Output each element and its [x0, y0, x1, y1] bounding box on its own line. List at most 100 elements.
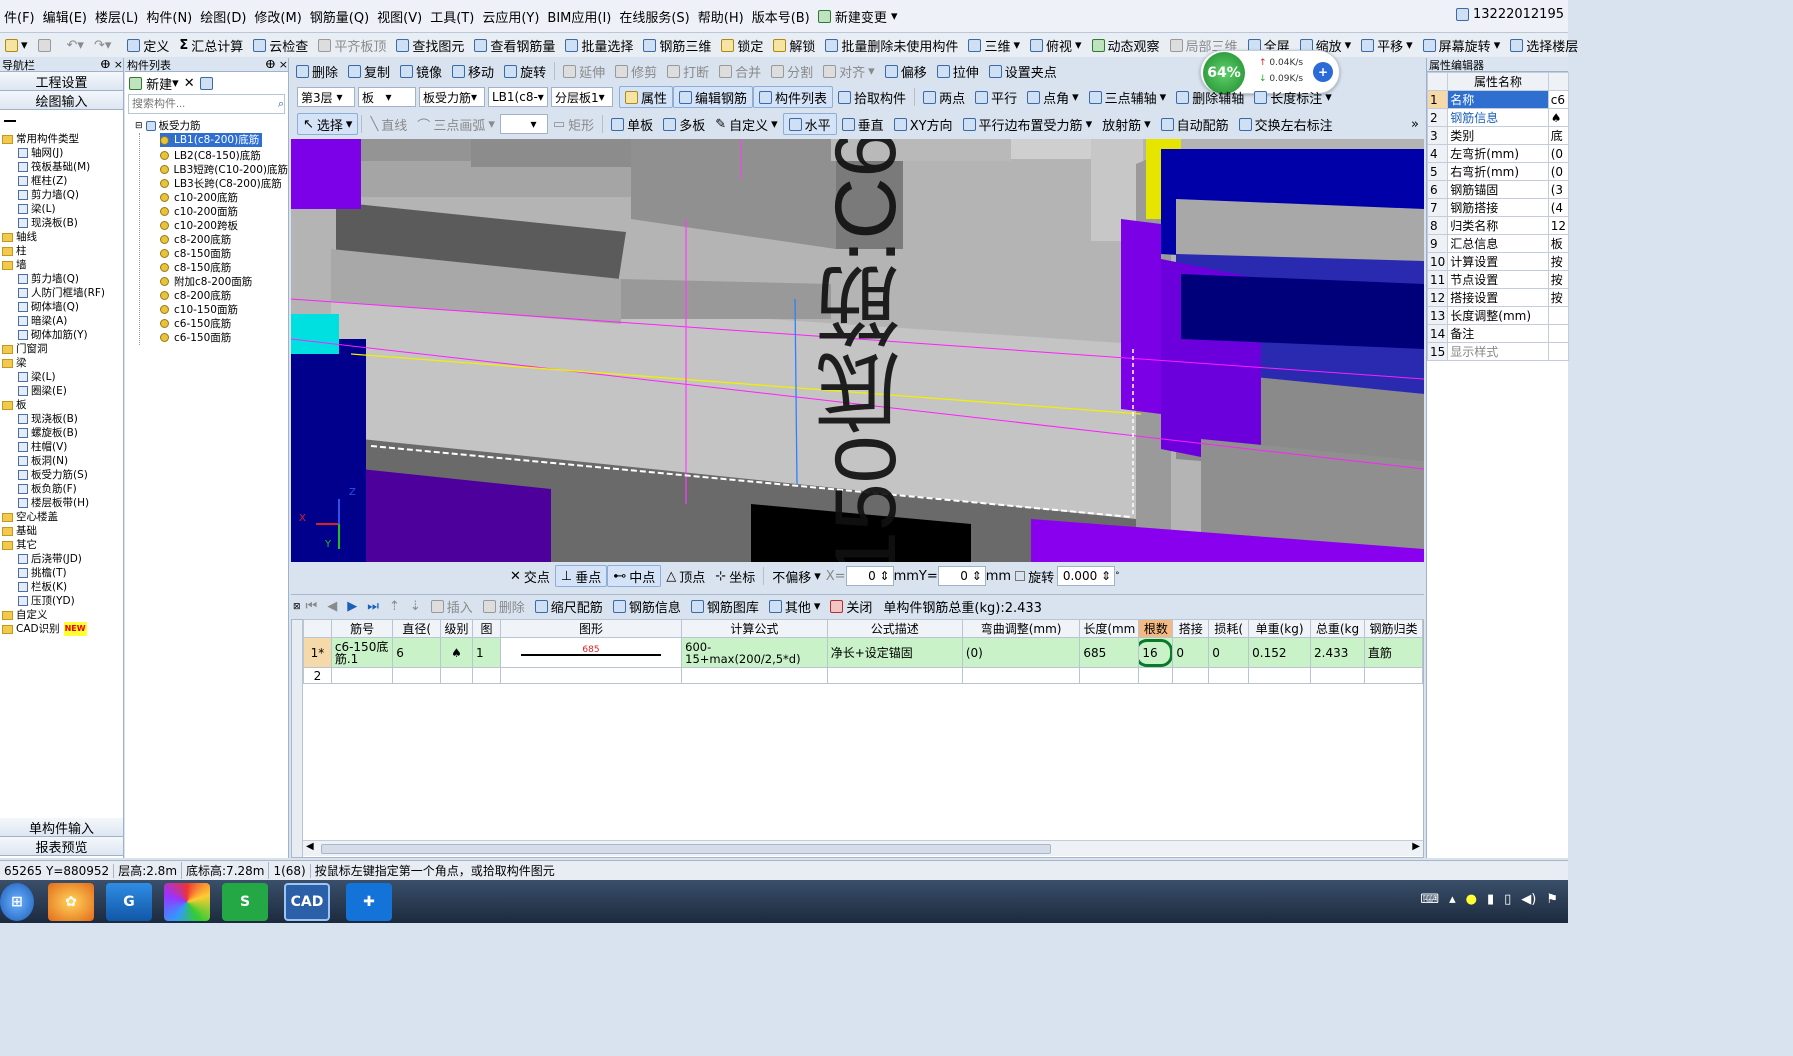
horizontal-button[interactable]: 水平 — [782, 113, 837, 135]
comp-list-button[interactable]: 构件列表 — [753, 86, 834, 108]
nav-item[interactable]: 现浇板(B) — [0, 216, 123, 230]
cell-lap[interactable]: 0 — [1172, 637, 1210, 668]
rotate-input[interactable]: 0.000 ⇕ — [1057, 566, 1116, 586]
del-aux-button[interactable]: 删除辅轴 — [1171, 86, 1249, 108]
cell-name[interactable]: c6-150底筋.1 — [330, 637, 394, 668]
nav-item[interactable]: 轴网(J) — [0, 146, 123, 160]
component-select[interactable]: LB1(c8- ▾ — [488, 87, 548, 107]
nav-folder[interactable]: 其它 — [0, 538, 123, 552]
nav-item[interactable]: 板负筋(F) — [0, 482, 123, 496]
col-header[interactable]: 总重(kg — [1310, 619, 1365, 638]
nav-item[interactable]: 螺旋板(B) — [0, 426, 123, 440]
property-value[interactable]: c6 — [1547, 90, 1570, 109]
nav-folder[interactable]: 墙 — [0, 258, 123, 272]
cell-formula[interactable] — [681, 667, 828, 684]
property-value[interactable] — [1547, 342, 1570, 361]
table-row[interactable]: 2 — [303, 667, 1424, 684]
floor-select[interactable]: 第3层 ▾ — [297, 87, 355, 107]
delete-button[interactable]: 删除 — [291, 60, 343, 82]
merge-button[interactable]: 合并 — [714, 60, 766, 82]
three-aux-button[interactable]: 三点辅轴 ▾ — [1084, 86, 1172, 108]
property-row[interactable]: 1 名称 c6 — [1426, 90, 1570, 109]
property-row[interactable]: 7 钢筋搭接 (4 — [1426, 198, 1570, 217]
pin-close-icon[interactable]: ⴲ × — [101, 58, 123, 71]
nav-folder[interactable]: 柱 — [0, 244, 123, 258]
menu-help[interactable]: 帮助(H) — [694, 7, 748, 26]
parallel-button[interactable]: 平行 — [970, 86, 1022, 108]
cell-desc[interactable] — [826, 667, 963, 684]
parallel-edge-button[interactable]: 平行边布置受力筋 ▾ — [958, 113, 1098, 135]
mirror-button[interactable]: 镜像 — [395, 60, 447, 82]
property-value[interactable]: ♠ — [1547, 108, 1570, 127]
move-down-icon[interactable]: ⇣ — [405, 596, 426, 618]
single-board-button[interactable]: 单板 — [606, 113, 658, 135]
two-points-button[interactable]: 两点 — [918, 86, 970, 108]
component-item[interactable]: c6-150面筋 — [160, 331, 288, 345]
rebar-lib-button[interactable]: 钢筋图库 — [686, 596, 764, 618]
cell-category[interactable] — [1363, 667, 1424, 684]
offset-mode-select[interactable]: 不偏移 ▾ — [767, 565, 826, 587]
screen-rotate-button[interactable]: 屏幕旋转 ▾ — [1418, 34, 1506, 56]
app-cad-icon[interactable]: CAD — [284, 883, 330, 921]
nav-item[interactable]: 压顶(YD) — [0, 594, 123, 608]
property-value[interactable]: (0 — [1547, 144, 1570, 163]
property-row[interactable]: 10 计算设置按 — [1426, 252, 1570, 271]
nav-item[interactable]: 梁(L) — [0, 202, 123, 216]
xy-button[interactable]: XY方向 — [889, 113, 958, 135]
point-angle-button[interactable]: 点角 ▾ — [1022, 86, 1084, 108]
table-row[interactable]: 1* c6-150底筋.1 6 ♠ 1 685 600-15+max(200/2… — [303, 637, 1424, 668]
line-button[interactable]: ╲ 直线 — [365, 113, 412, 135]
undo-button[interactable]: ↶▾ — [62, 34, 89, 56]
property-value[interactable]: 按 — [1547, 270, 1570, 289]
component-item[interactable]: LB1(c8-200)底筋 — [160, 133, 263, 147]
view-rebar-button[interactable]: 查看钢筋量 — [469, 34, 560, 56]
component-item[interactable]: c8-150底筋 — [160, 261, 288, 275]
other-button[interactable]: 其他 ▾ — [764, 596, 826, 618]
rebar-3d-button[interactable]: 钢筋三维 — [638, 34, 716, 56]
rotate-checkbox[interactable] — [1015, 571, 1026, 581]
component-item[interactable]: c8-200底筋 — [160, 233, 288, 247]
nav-item[interactable]: 砌体墙(Q) — [0, 300, 123, 314]
next-record-icon[interactable]: ▶ — [342, 596, 362, 618]
single-input-button[interactable]: 单构件输入 — [0, 818, 123, 837]
first-record-icon[interactable]: ⏮ — [301, 596, 323, 618]
app-browser-icon[interactable]: G — [106, 883, 152, 921]
y-input[interactable]: 0 ⇕ — [937, 566, 986, 586]
copy-icon[interactable] — [199, 76, 213, 90]
property-row[interactable]: 5 右弯折(mm) (0 — [1426, 162, 1570, 181]
property-value[interactable] — [1547, 324, 1570, 343]
component-item[interactable]: c10-150面筋 — [160, 303, 288, 317]
col-header[interactable]: 图 — [472, 619, 501, 638]
flat-top-button[interactable]: 平齐板顶 — [313, 34, 391, 56]
property-value[interactable]: 按 — [1547, 288, 1570, 307]
property-row[interactable]: 14 备注 — [1426, 324, 1570, 343]
dynamic-view-button[interactable]: 动态观察 — [1087, 34, 1165, 56]
col-header[interactable]: 钢筋归类 — [1363, 619, 1424, 638]
define-button[interactable]: 定义 — [122, 34, 174, 56]
col-header[interactable]: 图形 — [499, 619, 683, 638]
redo-button[interactable]: ↷▾ — [89, 34, 116, 56]
rebar-info-button[interactable]: 钢筋信息 — [608, 596, 686, 618]
calc-button[interactable]: Σ 汇总计算 — [174, 34, 248, 56]
col-header[interactable]: 损耗( — [1208, 619, 1250, 638]
rect-button[interactable]: ▭ 矩形 — [548, 113, 599, 135]
cell-dia[interactable] — [392, 667, 442, 684]
cell-unit-weight[interactable]: 0.152 — [1248, 637, 1311, 668]
unlock-button[interactable]: 解锁 — [768, 34, 820, 56]
cell-fig[interactable]: 1 — [472, 637, 501, 668]
snap-mid[interactable]: ⊷ 中点 — [607, 565, 662, 587]
nav-item[interactable]: 板受力筋(S) — [0, 468, 123, 482]
property-row[interactable]: 12 搭接设置按 — [1426, 288, 1570, 307]
menu-modify[interactable]: 修改(M) — [250, 7, 305, 26]
power-icon[interactable]: ▯ — [1504, 892, 1511, 907]
stretch-button[interactable]: 拉伸 — [932, 60, 984, 82]
flag-icon[interactable]: ⚑ — [1546, 892, 1558, 907]
property-row[interactable]: 3 类别底 — [1426, 126, 1570, 145]
cell-category[interactable]: 直筋 — [1363, 637, 1424, 668]
col-header[interactable]: 筋号 — [330, 619, 394, 638]
prev-record-icon[interactable]: ◀ — [322, 596, 342, 618]
network-icon[interactable]: ▮ — [1487, 892, 1494, 907]
nav-item[interactable]: 柱帽(V) — [0, 440, 123, 454]
property-value[interactable]: 底 — [1547, 126, 1570, 145]
auto-button[interactable]: 自动配筋 — [1156, 113, 1234, 135]
